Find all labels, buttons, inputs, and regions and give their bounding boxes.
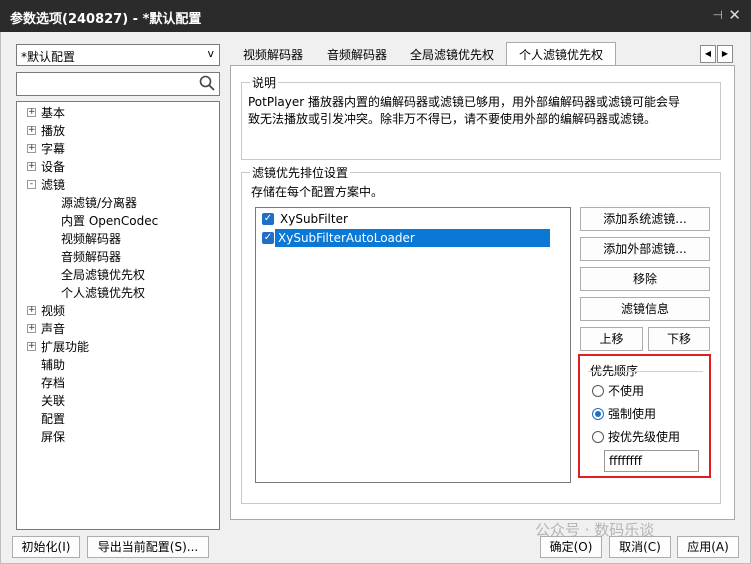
init-button[interactable]: 初始化(I) bbox=[12, 536, 80, 558]
filter-list[interactable]: ✓ XySubFilter XySubFilterAutoLoader ✓ bbox=[255, 207, 571, 483]
cancel-button[interactable]: 取消(C) bbox=[609, 536, 671, 558]
tab-video-decoder[interactable]: 视频解码器 bbox=[232, 44, 314, 66]
expand-icon[interactable]: + bbox=[27, 126, 36, 135]
move-up-button[interactable]: 上移 bbox=[580, 327, 643, 351]
close-icon[interactable]: ✕ bbox=[728, 6, 741, 24]
add-external-filter-button[interactable]: 添加外部滤镜... bbox=[580, 237, 710, 261]
export-config-button[interactable]: 导出当前配置(S)... bbox=[87, 536, 209, 558]
ok-button[interactable]: 确定(O) bbox=[540, 536, 602, 558]
list-item[interactable]: ✓ XySubFilter bbox=[258, 210, 438, 228]
pin-icon[interactable]: ⊣ bbox=[713, 8, 723, 22]
filter-info-button[interactable]: 滤镜信息 bbox=[580, 297, 710, 321]
priority-value-input[interactable]: ffffffff bbox=[604, 450, 699, 472]
profile-select[interactable]: *默认配置 v bbox=[16, 44, 220, 66]
description-text: PotPlayer 播放器内置的编解码器或滤镜已够用，用外部编解码器或滤镜可能会… bbox=[248, 95, 681, 126]
radio-icon bbox=[592, 385, 604, 397]
radio-selected-icon bbox=[592, 408, 604, 420]
tab-strip: 视频解码器 音频解码器 全局滤镜优先权 个人滤镜优先权 bbox=[230, 42, 710, 67]
expand-icon[interactable]: + bbox=[27, 306, 36, 315]
move-down-button[interactable]: 下移 bbox=[648, 327, 710, 351]
title-bar: 参数选项(240827) - *默认配置 ⊣ ✕ bbox=[0, 0, 751, 32]
settings-tree: + 基本 + 播放 + 字幕 + 设备 - 滤镜 源滤镜/分离器 内置 OpenCodec… bbox=[16, 101, 220, 530]
window-title: 参数选项(240827) - *默认配置 bbox=[10, 12, 202, 27]
expand-icon[interactable]: + bbox=[27, 108, 36, 117]
priority-order-group: 优先顺序 不使用 强制使用 按优先级使用 ffffffff bbox=[578, 354, 711, 478]
chevron-down-icon: v bbox=[207, 47, 214, 60]
remove-button[interactable]: 移除 bbox=[580, 267, 710, 291]
expand-icon[interactable]: + bbox=[27, 162, 36, 171]
tab-prev-icon[interactable]: ◀ bbox=[700, 45, 716, 63]
expand-icon[interactable]: + bbox=[27, 324, 36, 333]
expand-icon[interactable]: + bbox=[27, 144, 36, 153]
collapse-icon[interactable]: - bbox=[27, 180, 36, 189]
apply-button[interactable]: 应用(A) bbox=[677, 536, 739, 558]
checkbox-checked-icon[interactable]: ✓ bbox=[262, 232, 274, 244]
tab-audio-decoder[interactable]: 音频解码器 bbox=[316, 44, 398, 66]
search-icon[interactable] bbox=[198, 74, 216, 92]
tab-global-filter-priority[interactable]: 全局滤镜优先权 bbox=[400, 44, 504, 66]
profile-selected: *默认配置 bbox=[21, 50, 76, 64]
tab-personal-filter-priority[interactable]: 个人滤镜优先权 bbox=[506, 42, 616, 67]
filter-priority-subtitle: 存储在每个配置方案中。 bbox=[251, 185, 384, 199]
search-input[interactable] bbox=[16, 72, 220, 96]
radio-icon bbox=[592, 431, 604, 443]
filter-priority-title: 滤镜优先排位设置 bbox=[250, 164, 351, 181]
description-title: 说明 bbox=[250, 74, 279, 91]
add-system-filter-button[interactable]: 添加系统滤镜... bbox=[580, 207, 710, 231]
list-item-selected[interactable]: XySubFilterAutoLoader bbox=[275, 229, 550, 247]
tab-next-icon[interactable]: ▶ bbox=[717, 45, 733, 63]
checkbox-checked-icon[interactable]: ✓ bbox=[262, 213, 274, 225]
expand-icon[interactable]: + bbox=[27, 342, 36, 351]
